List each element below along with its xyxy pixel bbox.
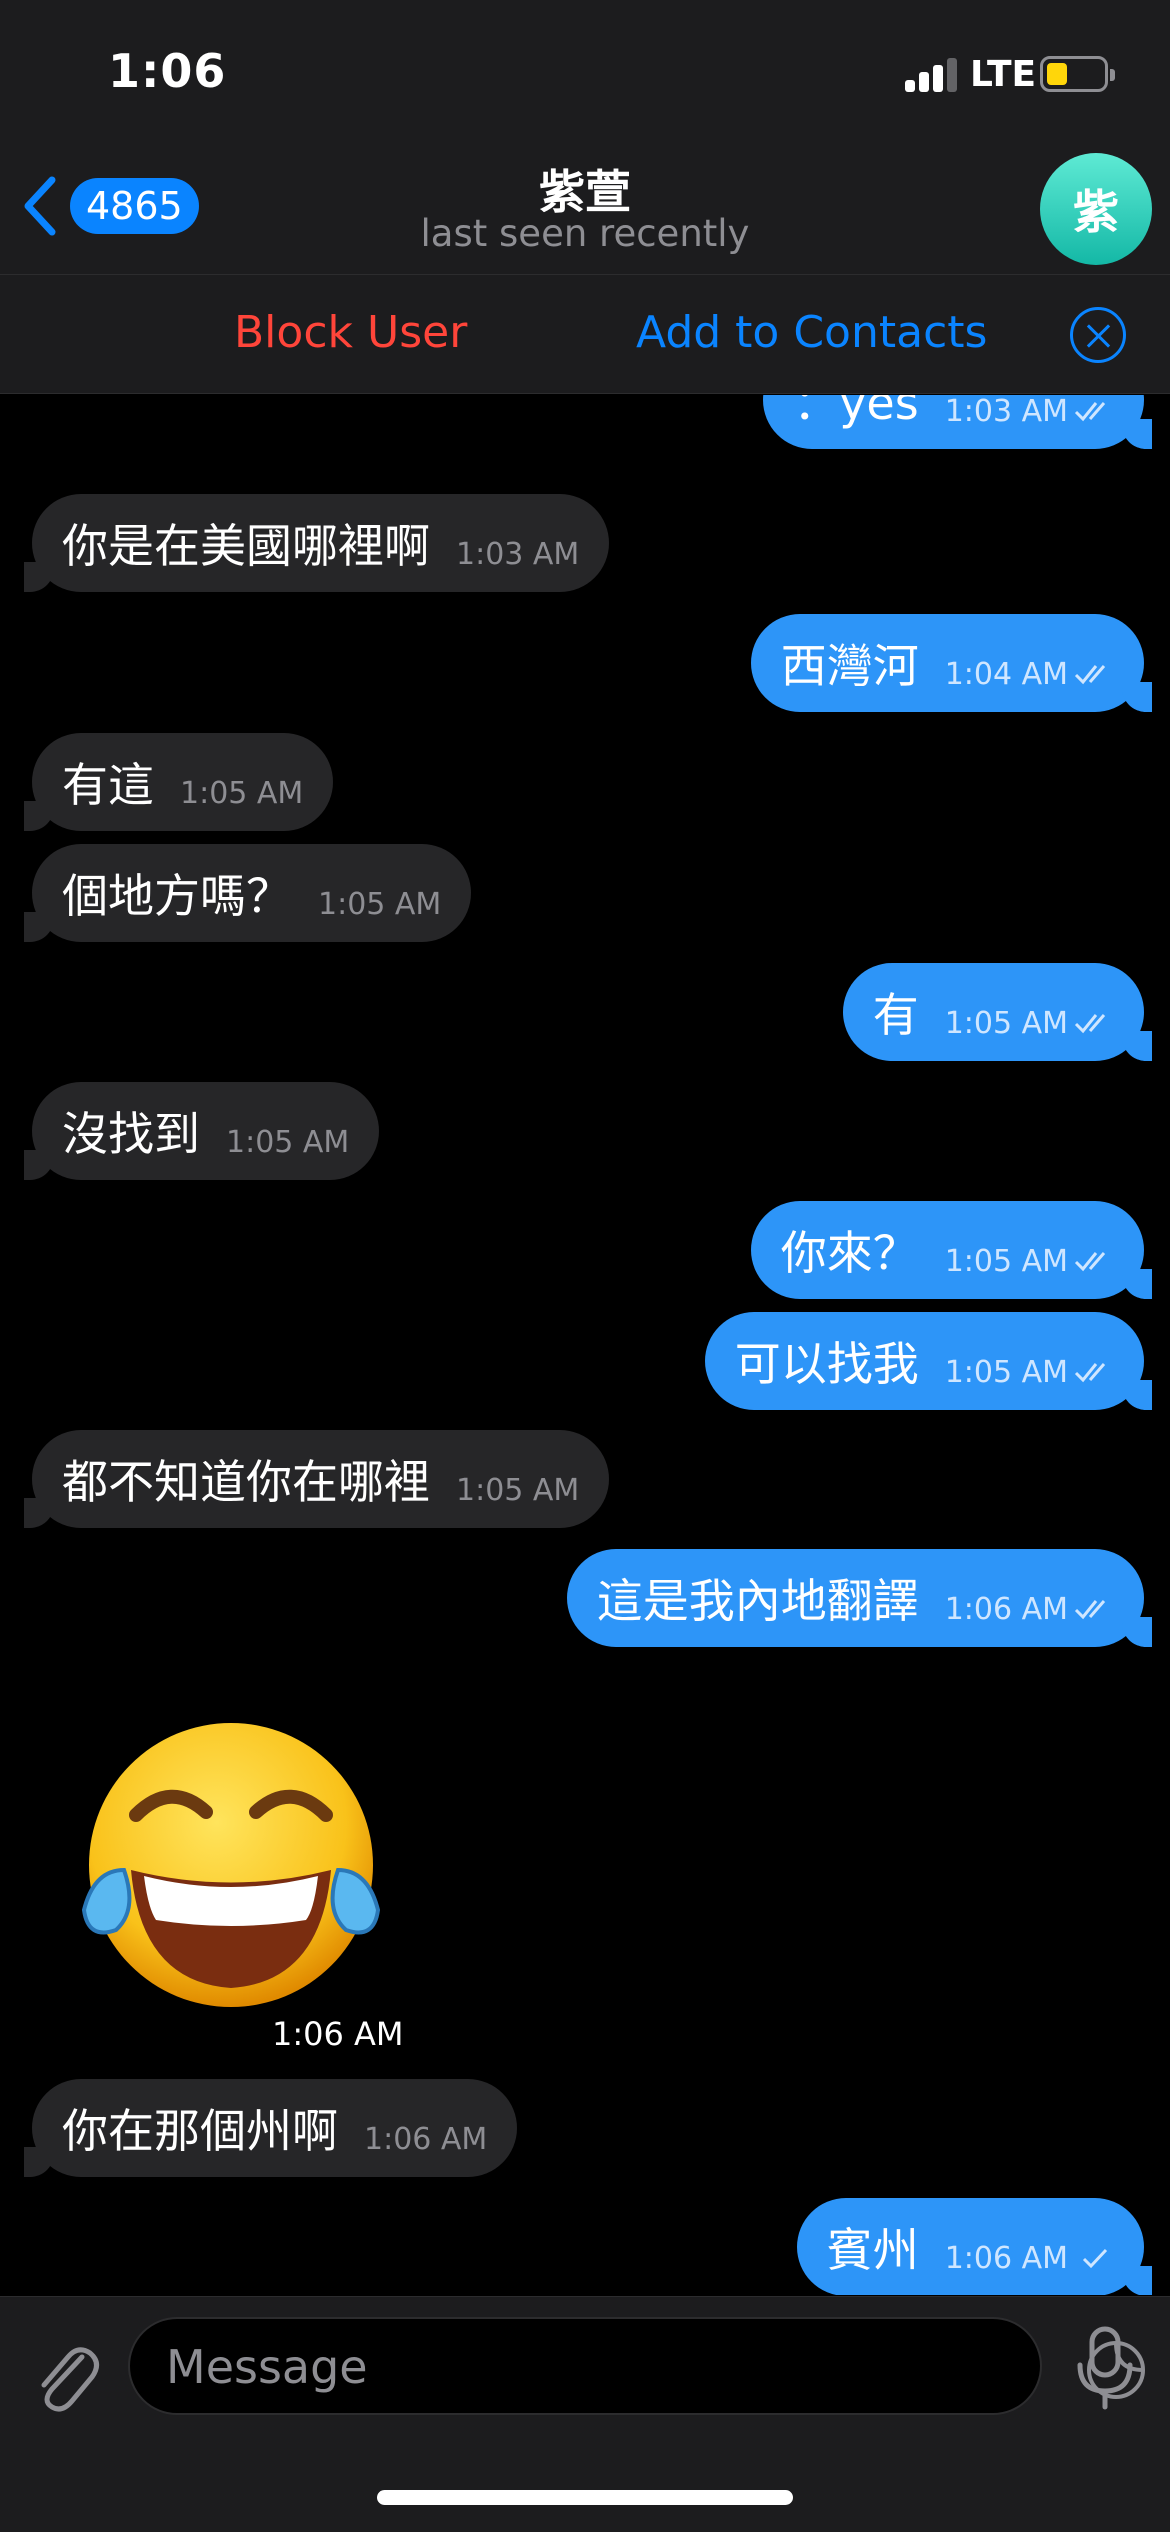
message-bubble-outgoing[interactable]: 可以找我 1:05 AM: [704, 1312, 1153, 1410]
message-bubble-outgoing[interactable]: 賓州 1:06 AM: [796, 2198, 1153, 2295]
paperclip-icon[interactable]: [30, 2335, 100, 2415]
message-text: 你在那個州啊: [62, 2104, 338, 2158]
message-list[interactable]: ：yes 1:03 AM 你是在美國哪裡啊 1:03 AM 西灣河 1:04 A…: [0, 395, 1170, 2295]
message-bubble-incoming[interactable]: 個地方嗎？ 1:05 AM: [23, 844, 472, 942]
double-check-icon: [1074, 399, 1114, 423]
message-text: 西灣河: [780, 639, 919, 693]
message-bubble-outgoing[interactable]: 你來？ 1:05 AM: [750, 1201, 1153, 1299]
message-time: 1:05 AM: [944, 1243, 1068, 1279]
message-bubble-incoming[interactable]: 都不知道你在哪裡 1:05 AM: [23, 1430, 610, 1528]
message-text: 沒找到: [62, 1107, 200, 1161]
avatar[interactable]: 紫: [1040, 153, 1152, 265]
message-time: 1:04 AM: [944, 656, 1068, 692]
double-check-icon: [1074, 1597, 1114, 1621]
message-time: 1:06 AM: [944, 1591, 1068, 1627]
double-check-icon: [1074, 1360, 1114, 1384]
message-time: 1:05 AM: [944, 1354, 1068, 1390]
double-check-icon: [1074, 1249, 1114, 1273]
double-check-icon: [1074, 1011, 1114, 1035]
message-text: 都不知道你在哪裡: [62, 1455, 430, 1509]
add-to-contacts-button[interactable]: Add to Contacts: [636, 307, 987, 358]
message-time: 1:05 AM: [226, 1124, 350, 1160]
message-text: 可以找我: [734, 1337, 919, 1391]
avatar-initial: 紫: [1073, 185, 1119, 239]
message-time: 1:05 AM: [318, 886, 442, 922]
home-indicator[interactable]: [377, 2490, 793, 2505]
message-time: 1:06 AM: [364, 2121, 488, 2157]
message-bubble-outgoing[interactable]: 西灣河 1:04 AM: [750, 614, 1153, 712]
message-text: ：yes: [793, 395, 919, 430]
message-time: 1:06 AM: [944, 2240, 1068, 2276]
message-text: 賓州: [826, 2223, 919, 2277]
sticker-time: 1:06 AM: [272, 2015, 404, 2053]
double-check-icon: [1074, 662, 1114, 686]
laughing-tears-emoji-sticker[interactable]: [76, 1720, 386, 2020]
single-check-icon: [1074, 2246, 1114, 2270]
message-bubble-outgoing[interactable]: ：yes 1:03 AM: [763, 395, 1152, 449]
message-bubble-outgoing[interactable]: 這是我內地翻譯 1:06 AM: [566, 1549, 1153, 1647]
message-text: 你來？: [780, 1226, 919, 1280]
message-time: 1:05 AM: [944, 1005, 1068, 1041]
message-bubble-outgoing[interactable]: 有 1:05 AM: [842, 963, 1153, 1061]
message-bubble-incoming[interactable]: 你是在美國哪裡啊 1:03 AM: [23, 494, 610, 592]
message-text: 你是在美國哪裡啊: [62, 519, 430, 573]
message-input-container: [128, 2317, 1145, 2415]
message-bubble-incoming[interactable]: 沒找到 1:05 AM: [23, 1082, 380, 1180]
message-time: 1:05 AM: [180, 775, 304, 811]
battery-icon: [1040, 56, 1115, 92]
message-text: 個地方嗎？: [62, 869, 292, 923]
status-time: 1:06: [108, 44, 227, 98]
last-seen-status: last seen recently: [420, 212, 750, 255]
message-time: 1:03 AM: [944, 395, 1068, 429]
message-text: 有: [872, 988, 919, 1042]
message-time: 1:05 AM: [456, 1472, 580, 1508]
contact-action-bar: Block User Add to Contacts: [0, 274, 1170, 394]
signal-icon: [905, 58, 961, 92]
message-bubble-incoming[interactable]: 有這 1:05 AM: [23, 733, 334, 831]
network-label: LTE: [970, 54, 1037, 95]
chat-header: 4865 紫萱 last seen recently 紫: [0, 150, 1170, 274]
close-icon[interactable]: [1070, 307, 1126, 363]
message-text: 這是我內地翻譯: [596, 1574, 919, 1628]
block-user-button[interactable]: Block User: [234, 307, 467, 358]
message-text: 有這: [62, 758, 154, 812]
microphone-icon[interactable]: [1074, 2325, 1136, 2411]
message-input[interactable]: [166, 2337, 946, 2397]
message-bubble-incoming[interactable]: 你在那個州啊 1:06 AM: [23, 2079, 518, 2177]
status-bar: 1:06 LTE: [0, 0, 1170, 150]
message-time: 1:03 AM: [456, 536, 580, 572]
